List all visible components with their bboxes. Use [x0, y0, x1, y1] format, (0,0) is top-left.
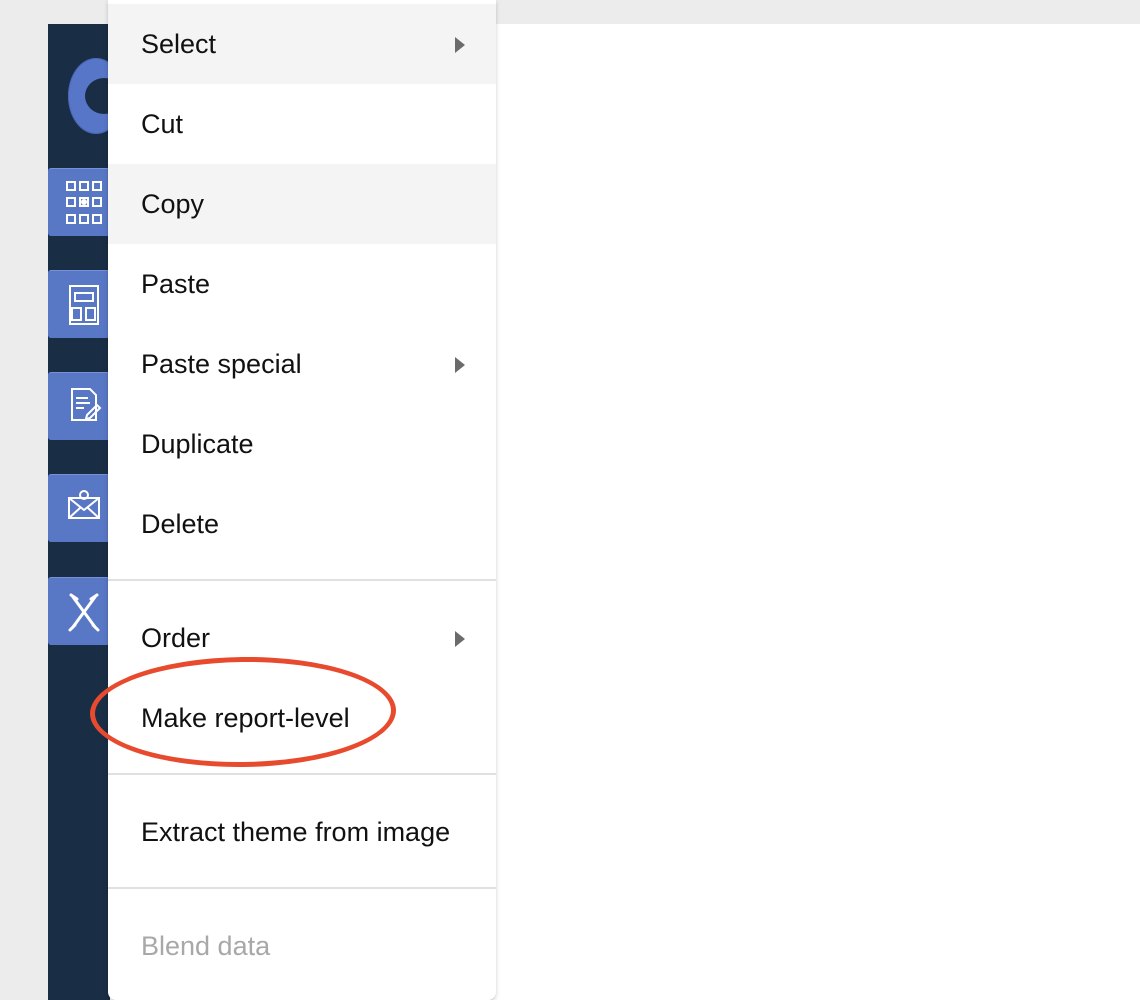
- menu-item-label-select: Select: [141, 29, 217, 59]
- sidebar-item-mail[interactable]: [48, 474, 110, 542]
- dashboard-grid-icon: [66, 181, 102, 224]
- screen: Select Cut Copy Paste Paste special Dupl…: [0, 0, 1140, 1000]
- menu-divider: [108, 887, 496, 889]
- menu-item-select[interactable]: Select: [108, 4, 496, 84]
- sidebar-item-tools[interactable]: [48, 577, 110, 645]
- context-menu: Select Cut Copy Paste Paste special Dupl…: [108, 0, 496, 1000]
- document-edit-icon: [71, 388, 102, 421]
- menu-item-label-delete: Delete: [141, 509, 220, 539]
- menu-item-label-blend-data: Blend data: [141, 931, 271, 961]
- menu-item-label-order: Order: [141, 623, 211, 653]
- menu-divider: [108, 773, 496, 775]
- menu-item-cut[interactable]: Cut: [108, 84, 496, 164]
- sidebar-item-documents[interactable]: [48, 372, 110, 440]
- chevron-right-icon: [455, 357, 465, 373]
- menu-item-blend-data: Blend data: [108, 906, 496, 986]
- menu-item-paste-special[interactable]: Paste special: [108, 324, 496, 404]
- menu-item-duplicate[interactable]: Duplicate: [108, 404, 496, 484]
- menu-item-extract-theme-from-image[interactable]: Extract theme from image: [108, 792, 496, 872]
- mail-icon: [68, 490, 100, 519]
- menu-item-label-duplicate: Duplicate: [141, 429, 254, 459]
- menu-item-paste[interactable]: Paste: [108, 244, 496, 324]
- menu-item-order[interactable]: Order: [108, 598, 496, 678]
- menu-item-label-copy: Copy: [141, 189, 205, 219]
- sidebar-item-dashboard[interactable]: [48, 168, 110, 236]
- building-icon: [69, 285, 99, 325]
- chevron-right-icon: [455, 631, 465, 647]
- sidebar-item-building[interactable]: [48, 270, 110, 338]
- menu-item-label-paste-special: Paste special: [141, 349, 302, 379]
- menu-item-delete[interactable]: Delete: [108, 484, 496, 564]
- menu-item-label-make-report-level: Make report-level: [141, 703, 350, 733]
- menu-item-label-extract-theme-from-image: Extract theme from image: [141, 817, 451, 847]
- chevron-right-icon: [455, 37, 465, 53]
- menu-item-make-report-level[interactable]: Make report-level: [108, 678, 496, 758]
- menu-item-label-paste: Paste: [141, 269, 211, 299]
- tools-icon: [68, 593, 100, 632]
- menu-item-label-cut: Cut: [141, 109, 184, 139]
- menu-item-copy[interactable]: Copy: [108, 164, 496, 244]
- menu-divider: [108, 579, 496, 581]
